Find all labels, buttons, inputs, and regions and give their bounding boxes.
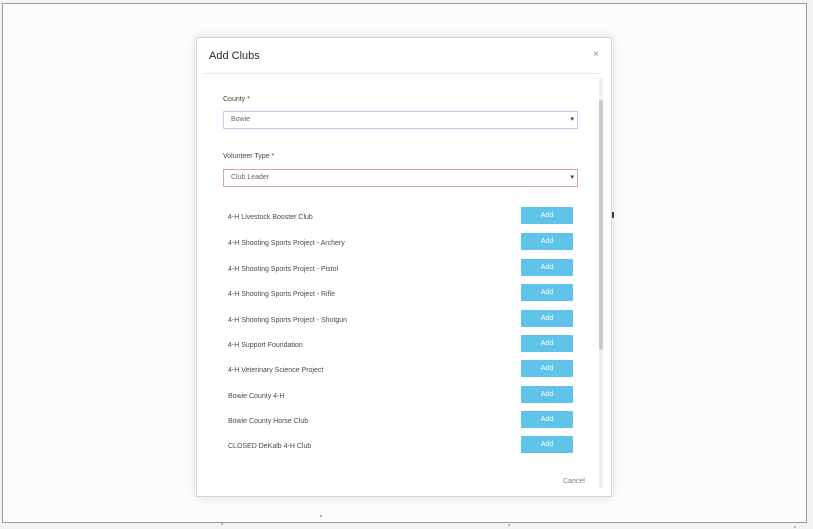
add-club-button[interactable]: Add: [521, 233, 573, 250]
speck: [221, 523, 223, 525]
add-club-button[interactable]: Add: [521, 259, 573, 276]
dialog-title: Add Clubs: [209, 50, 260, 62]
county-select[interactable]: Bowie ▾: [223, 111, 578, 129]
add-club-button[interactable]: Add: [521, 360, 573, 377]
list-item: 4-H Shooting Sports Project - Rifle Add: [228, 284, 578, 308]
list-item: 4-H Livestock Booster Club Add: [228, 207, 578, 231]
list-item: 4-H Shooting Sports Project - Pistol Add: [228, 259, 578, 283]
add-clubs-dialog: Add Clubs × County * Bowie ▾ Volunteer T…: [196, 37, 612, 502]
add-club-button[interactable]: Add: [521, 436, 573, 453]
club-name: 4-H Shooting Sports Project - Rifle: [228, 291, 335, 298]
chevron-down-icon: ▾: [570, 116, 574, 123]
chevron-down-icon: ▾: [570, 174, 574, 181]
club-name: 4-H Shooting Sports Project - Pistol: [228, 266, 339, 273]
list-item: 4-H Support Foundation Add: [228, 335, 578, 359]
county-label: County *: [223, 96, 250, 103]
footer-divider: [203, 501, 601, 502]
club-name: 4-H Livestock Booster Club: [228, 214, 313, 221]
county-value: Bowie: [231, 116, 251, 123]
club-name: CLOSED DeKalb 4-H Club: [228, 443, 312, 450]
list-item: 4-H Shooting Sports Project - Archery Ad…: [228, 233, 578, 257]
add-club-button[interactable]: Add: [521, 411, 573, 428]
club-name: 4-H Shooting Sports Project - Shotgun: [228, 317, 348, 324]
add-club-button[interactable]: Add: [521, 284, 573, 301]
list-item: 4-H Veterinary Science Project Add: [228, 360, 578, 384]
list-item: CLOSED DeKalb 4-H Club Add: [228, 436, 578, 460]
speck: [794, 526, 796, 528]
volunteer-type-value: Club Leader: [231, 174, 270, 181]
list-item: Bowie County 4-H Add: [228, 386, 578, 410]
list-item: Bowie County Horse Club Add: [228, 411, 578, 435]
add-club-button[interactable]: Add: [521, 335, 573, 352]
club-name: 4-H Veterinary Science Project: [228, 367, 324, 374]
header-divider: [203, 73, 601, 74]
add-club-button[interactable]: Add: [521, 386, 573, 403]
club-name: Bowie County 4-H: [228, 393, 285, 400]
add-club-button[interactable]: Add: [521, 207, 573, 224]
add-club-button[interactable]: Add: [521, 310, 573, 327]
list-item: 4-H Shooting Sports Project - Shotgun Ad…: [228, 310, 578, 334]
scrollbar[interactable]: [599, 78, 603, 488]
scrollbar-thumb[interactable]: [599, 100, 603, 350]
speck: [508, 524, 510, 526]
volunteer-type-select[interactable]: Club Leader ▾: [223, 169, 578, 187]
club-name: 4-H Shooting Sports Project - Archery: [228, 240, 345, 247]
volunteer-type-label: Volunteer Type *: [223, 153, 275, 160]
club-name: Bowie County Horse Club: [228, 418, 309, 425]
close-icon[interactable]: ×: [593, 49, 599, 60]
club-name: 4-H Support Foundation: [228, 342, 303, 349]
speck: [320, 515, 322, 517]
cancel-button[interactable]: Cancel: [563, 478, 585, 485]
